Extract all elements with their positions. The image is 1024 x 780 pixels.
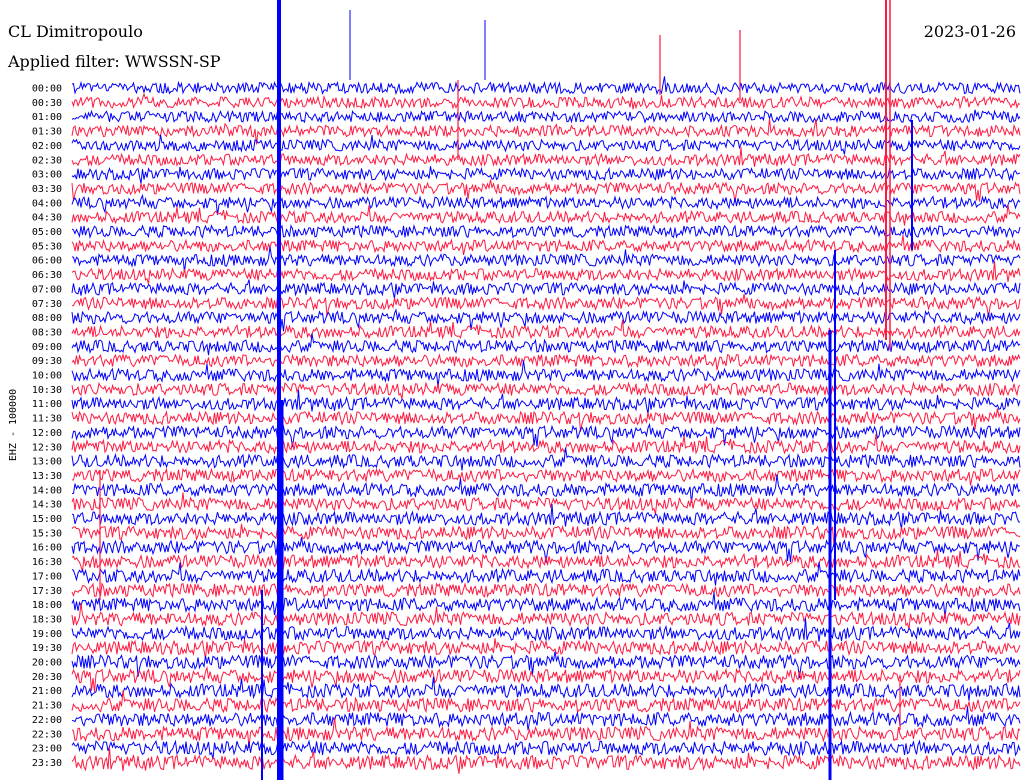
row-tick-label: 23:30 — [32, 758, 62, 769]
row-tick-label: 17:30 — [32, 586, 62, 597]
seismogram-chart: CL Dimitropoulo 2023-01-26 Applied filte… — [7, 0, 1021, 780]
row-tick-label: 17:00 — [32, 571, 62, 582]
row-tick-label: 19:00 — [32, 629, 62, 640]
date-label: 2023-01-26 — [924, 22, 1016, 41]
row-tick-label: 06:00 — [32, 256, 62, 267]
row-tick-label: 07:00 — [32, 284, 62, 295]
trace-line — [71, 492, 1021, 515]
row-tick-label: 00:30 — [32, 98, 62, 109]
row-tick-label: 21:30 — [32, 701, 62, 712]
row-tick-label: 22:30 — [32, 729, 62, 740]
row-tick-label: 13:30 — [32, 471, 62, 482]
trace-group — [71, 0, 1021, 780]
trace-line — [71, 166, 1021, 184]
trace-line — [71, 408, 1021, 432]
row-tick-label: 21:00 — [32, 686, 62, 697]
trace-line — [71, 146, 1021, 168]
row-tick-label: 14:00 — [32, 485, 62, 496]
row-tick-label: 00:00 — [32, 84, 62, 95]
trace-line — [71, 279, 1021, 299]
trace-line — [71, 294, 1021, 318]
trace-line — [71, 319, 1021, 340]
row-tick-label: 01:00 — [32, 112, 62, 123]
row-tick-label: 08:30 — [32, 327, 62, 338]
row-tick-label: 02:30 — [32, 155, 62, 166]
row-tick-label: 01:30 — [32, 127, 62, 138]
row-tick-label: 10:00 — [32, 371, 62, 382]
row-tick-label: 09:30 — [32, 356, 62, 367]
station-title: CL Dimitropoulo — [8, 22, 143, 41]
trace-line — [71, 381, 1021, 400]
row-tick-label: 11:30 — [32, 414, 62, 425]
row-tick-label: 12:30 — [32, 442, 62, 453]
row-tick-label: 18:30 — [32, 614, 62, 625]
trace-line — [71, 638, 1021, 659]
trace-line — [71, 651, 1021, 679]
trace-line — [71, 134, 1021, 155]
row-tick-label: 12:00 — [32, 428, 62, 439]
row-tick-label: 20:30 — [32, 672, 62, 683]
trace-line — [71, 118, 1021, 145]
trace-line — [71, 581, 1021, 599]
row-tick-label: 04:00 — [32, 198, 62, 209]
trace-line — [71, 503, 1021, 530]
filter-label: Applied filter: WWSSN-SP — [7, 52, 221, 71]
row-tick-label: 03:30 — [32, 184, 62, 195]
trace-line — [71, 352, 1021, 371]
row-tick-label: 04:30 — [32, 213, 62, 224]
trace-line — [71, 92, 1021, 110]
row-tick-label: 20:00 — [32, 658, 62, 669]
row-tick-label: 23:00 — [32, 744, 62, 755]
trace-line — [71, 561, 1021, 586]
trace-line — [71, 76, 1021, 96]
row-tick-label: 16:30 — [32, 557, 62, 568]
trace-line — [71, 235, 1021, 256]
row-tick-label: 15:30 — [32, 528, 62, 539]
row-tick-label: 10:30 — [32, 385, 62, 396]
trace-line — [71, 308, 1021, 332]
trace-line — [71, 706, 1021, 731]
row-tick-label: 08:00 — [32, 313, 62, 324]
row-tick-label: 05:30 — [32, 241, 62, 252]
trace-line — [71, 592, 1021, 619]
row-tick-label: 13:00 — [32, 457, 62, 468]
row-tick-label: 07:30 — [32, 299, 62, 310]
row-tick-label: 19:30 — [32, 643, 62, 654]
row-tick-label: 16:00 — [32, 543, 62, 554]
trace-line — [71, 224, 1021, 240]
row-tick-label: 22:00 — [32, 715, 62, 726]
row-tick-label: 15:00 — [32, 514, 62, 525]
row-tick-label: 03:00 — [32, 170, 62, 181]
row-tick-label: 18:00 — [32, 600, 62, 611]
row-tick-label: 02:00 — [32, 141, 62, 152]
trace-line — [71, 739, 1021, 760]
row-tick-label: 05:00 — [32, 227, 62, 238]
trace-line — [71, 389, 1021, 414]
trace-line — [71, 467, 1021, 486]
trace-line — [71, 204, 1021, 226]
tick-label-group: 00:00 00:30 01:00 01:30 02:00 02:30 03:00 03:30… — [32, 84, 62, 769]
trace-line — [71, 109, 1021, 124]
row-tick-label: 09:00 — [32, 342, 62, 353]
row-tick-label: 14:30 — [32, 500, 62, 511]
y-axis-label: EHZ - 100000 — [8, 389, 19, 461]
row-tick-label: 11:00 — [32, 399, 62, 410]
trace-line — [71, 447, 1021, 471]
trace-line — [71, 665, 1021, 692]
row-tick-label: 06:30 — [32, 270, 62, 281]
